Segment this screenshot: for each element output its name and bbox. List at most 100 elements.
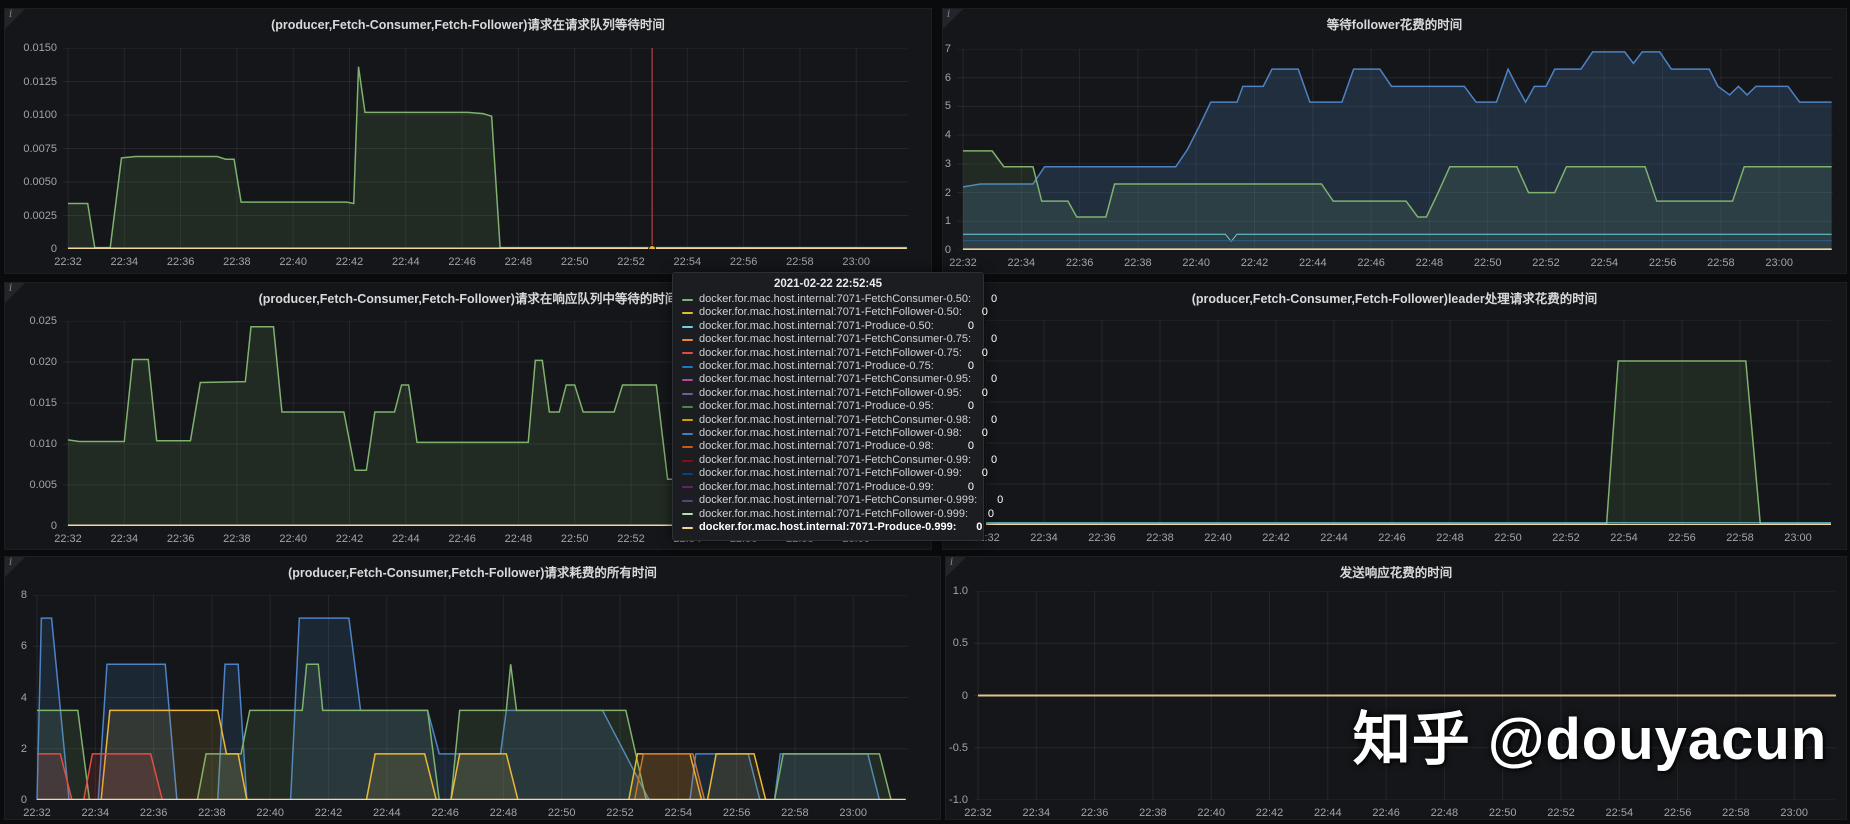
tooltip-series-label: docker.for.mac.host.internal:7071-FetchC…	[699, 373, 972, 386]
y-axis-label: 0	[961, 689, 968, 702]
x-axis-label: 22:58	[1726, 532, 1754, 544]
y-axis-label: 2	[944, 186, 951, 199]
x-axis-label: 22:44	[392, 256, 420, 268]
panel-title[interactable]: (producer,Fetch-Consumer,Fetch-Follower)…	[5, 562, 940, 581]
tooltip-row: docker.for.mac.host.internal:7071-FetchC…	[682, 333, 997, 346]
plot-canvas[interactable]	[33, 595, 908, 800]
x-axis-label: 22:42	[314, 807, 343, 819]
tooltip-series-value: 0	[981, 427, 988, 440]
y-axis-label: 1.0	[952, 585, 968, 597]
x-axis-label: 22:52	[1552, 532, 1580, 544]
y-axis-label: 4	[20, 691, 27, 704]
x-axis-label: 22:54	[673, 256, 702, 268]
series-marker-icon	[682, 432, 693, 435]
tooltip-series-value: 0	[990, 453, 998, 466]
tooltip-series-label: docker.for.mac.host.internal:7071-Produc…	[699, 520, 957, 533]
x-axis-label: 22:56	[1663, 807, 1692, 819]
plot-canvas[interactable]	[63, 48, 908, 249]
x-axis-label: 22:48	[504, 533, 533, 545]
x-axis-label: 22:58	[1722, 807, 1750, 819]
tooltip-row: docker.for.mac.host.internal:7071-FetchC…	[682, 373, 997, 386]
x-axis-label: 22:40	[1204, 532, 1232, 544]
panel-title[interactable]: 等待follower花费的时间	[943, 14, 1846, 33]
tooltip-series-value: 0	[967, 440, 974, 453]
x-axis-label: 22:36	[166, 256, 195, 268]
x-axis-label: 23:00	[839, 807, 867, 819]
tooltip-row: docker.for.mac.host.internal:7071-FetchF…	[682, 347, 988, 360]
x-axis-label: 22:50	[560, 256, 589, 268]
y-axis-label: 2	[20, 742, 27, 755]
tooltip-row: docker.for.mac.host.internal:7071-FetchF…	[682, 306, 988, 319]
tooltip-row: docker.for.mac.host.internal:7071-Produc…	[682, 320, 974, 333]
tooltip-row: docker.for.mac.host.internal:7071-Produc…	[682, 400, 974, 413]
y-axis-label: 0.010	[29, 438, 57, 450]
series-marker-icon	[682, 459, 693, 462]
tooltip-row: docker.for.mac.host.internal:7071-Produc…	[682, 520, 982, 534]
x-axis-label: 22:52	[617, 533, 645, 545]
x-axis-label: 22:36	[1065, 257, 1094, 269]
tooltip-row: docker.for.mac.host.internal:7071-FetchC…	[682, 414, 997, 427]
x-axis-label: 22:42	[1240, 257, 1269, 269]
tooltip-series-label: docker.for.mac.host.internal:7071-FetchF…	[699, 386, 962, 399]
y-axis-label: 0.0125	[23, 75, 57, 88]
plot-canvas[interactable]	[986, 320, 1831, 525]
series-marker-icon	[682, 312, 693, 315]
panel-title[interactable]: (producer,Fetch-Consumer,Fetch-Follower)…	[943, 288, 1846, 307]
series-marker-icon	[682, 472, 693, 475]
panel-plot[interactable]	[957, 49, 1833, 250]
x-axis-label: 22:54	[1590, 257, 1619, 269]
x-axis-label: 22:40	[256, 807, 284, 819]
x-axis-label: 22:52	[1532, 257, 1560, 269]
x-axis-label: 23:00	[1780, 807, 1808, 819]
tooltip-series-value: 0	[981, 346, 988, 359]
x-axis-label: 22:38	[1146, 532, 1174, 544]
plot-canvas[interactable]	[957, 49, 1833, 250]
x-axis-label: 22:44	[1299, 257, 1327, 269]
x-axis-label: 22:52	[617, 256, 645, 268]
x-axis-label: 22:32	[54, 533, 82, 545]
tooltip-series-label: docker.for.mac.host.internal:7071-FetchC…	[699, 453, 972, 466]
y-axis-label: 6	[20, 640, 27, 653]
panel-plot[interactable]	[986, 320, 1831, 525]
tooltip-series-label: docker.for.mac.host.internal:7071-FetchF…	[699, 427, 962, 440]
tooltip-series-label: docker.for.mac.host.internal:7071-Produc…	[699, 480, 934, 493]
y-axis-label: 0.0100	[23, 109, 57, 121]
x-axis-label: 22:32	[23, 807, 51, 819]
x-axis-label: 22:36	[166, 533, 195, 545]
x-axis-label: 22:48	[1415, 257, 1444, 269]
x-axis-label: 22:48	[1430, 807, 1459, 819]
tooltip-series-value: 0	[967, 319, 974, 332]
tooltip-row: docker.for.mac.host.internal:7071-FetchF…	[682, 427, 988, 440]
tooltip-series-value: 0	[987, 507, 995, 520]
x-axis-label: 22:44	[392, 533, 420, 545]
series-marker-icon	[682, 338, 693, 341]
y-axis-label: 0.0075	[23, 142, 57, 155]
x-axis-label: 22:42	[1255, 807, 1284, 819]
y-axis-label: 0	[50, 520, 57, 532]
series-marker-icon	[682, 352, 693, 355]
tooltip-series-label: docker.for.mac.host.internal:7071-FetchF…	[699, 306, 962, 319]
panel-plot[interactable]	[33, 595, 908, 800]
x-axis-label: 22:50	[1473, 257, 1502, 269]
x-axis-label: 22:34	[1007, 257, 1036, 269]
x-axis-label: 22:34	[110, 256, 139, 268]
x-axis-label: 22:42	[335, 256, 364, 268]
x-axis-label: 22:46	[1372, 807, 1400, 819]
y-axis-label: 1	[944, 215, 951, 228]
x-axis-label: 22:34	[1022, 807, 1051, 819]
tooltip-series-value: 0	[990, 293, 998, 305]
x-axis-label: 22:46	[448, 256, 476, 268]
tooltip-series-label: docker.for.mac.host.internal:7071-Produc…	[699, 360, 934, 373]
x-axis-label: 22:32	[964, 807, 992, 819]
panel-plot[interactable]	[63, 48, 908, 249]
x-axis-label: 22:56	[729, 256, 758, 268]
tooltip-series-label: docker.for.mac.host.internal:7071-FetchC…	[699, 293, 972, 305]
y-axis-label: 0.025	[29, 315, 57, 327]
x-axis-label: 22:58	[1707, 257, 1735, 269]
panel-title[interactable]: 发送响应花费的时间	[946, 562, 1846, 581]
panel-title[interactable]: (producer,Fetch-Consumer,Fetch-Follower)…	[5, 14, 931, 33]
panel-send-response-time: i 发送响应花费的时间 1.0 0.5 0 -0.5 -1.0 22:32 22:34 22:36…	[945, 556, 1847, 820]
x-axis-label: 22:46	[1378, 532, 1406, 544]
x-axis-label: 22:58	[786, 256, 814, 268]
x-axis-label: 22:50	[1494, 532, 1522, 544]
